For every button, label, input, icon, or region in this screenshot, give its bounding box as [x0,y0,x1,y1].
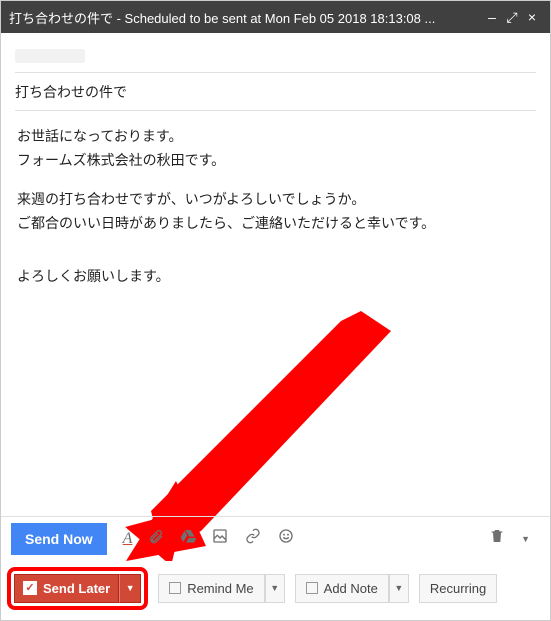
send-now-button[interactable]: Send Now [11,523,107,555]
send-later-button[interactable]: ✓ Send Later [14,574,119,603]
trash-icon[interactable] [489,528,505,549]
body-line: 来週の打ち合わせですが、いつがよろしいでしょうか。 [17,188,534,210]
recurring-label: Recurring [430,581,486,596]
window-titlebar: 打ち合わせの件で - Scheduled to be sent at Mon F… [1,1,550,33]
extension-toolbar: ✓ Send Later ▼ Remind Me ▼ Add Note ▼ Re… [1,566,550,610]
add-note-dropdown[interactable]: ▼ [389,574,409,603]
drive-icon[interactable] [180,528,196,549]
recurring-button[interactable]: Recurring [419,574,497,603]
emoji-icon[interactable] [278,528,294,549]
expand-icon[interactable]: ⤢ [502,9,522,26]
link-icon[interactable] [244,528,262,549]
subject-text: 打ち合わせの件で [15,82,127,102]
checkbox-icon [306,582,318,594]
send-later-label: Send Later [43,581,110,596]
body-line: フォームズ株式会社の秋田です。 [17,149,534,171]
close-icon[interactable]: × [522,9,542,25]
add-note-label: Add Note [324,581,378,596]
window-title: 打ち合わせの件で - Scheduled to be sent at Mon F… [9,8,482,27]
send-later-highlight: ✓ Send Later ▼ [7,567,148,610]
remind-me-label: Remind Me [187,581,253,596]
body-line: よろしくお願いします。 [17,265,534,287]
message-body[interactable]: お世話になっております。 フォームズ株式会社の秋田です。 来週の打ち合わせですが… [1,111,550,511]
body-line: ご都合のいい日時がありましたら、ご連絡いただけると幸いです。 [17,212,534,234]
recipient-chip [15,49,85,63]
compose-toolbar: Send Now A ▼ [1,516,550,560]
more-options-icon[interactable]: ▼ [521,534,530,544]
remind-me-button[interactable]: Remind Me [158,574,264,603]
send-later-dropdown[interactable]: ▼ [119,574,141,603]
subject-field[interactable]: 打ち合わせの件で [15,73,536,111]
remind-me-dropdown[interactable]: ▼ [265,574,285,603]
to-field[interactable] [15,33,536,73]
body-line: お世話になっております。 [17,125,534,147]
checkbox-icon [169,582,181,594]
checkmark-icon: ✓ [23,581,37,595]
photo-icon[interactable] [212,528,228,549]
minimize-icon[interactable]: – [482,9,502,25]
formatting-icon[interactable]: A [123,530,133,548]
attach-icon[interactable] [148,528,164,549]
add-note-button[interactable]: Add Note [295,574,389,603]
